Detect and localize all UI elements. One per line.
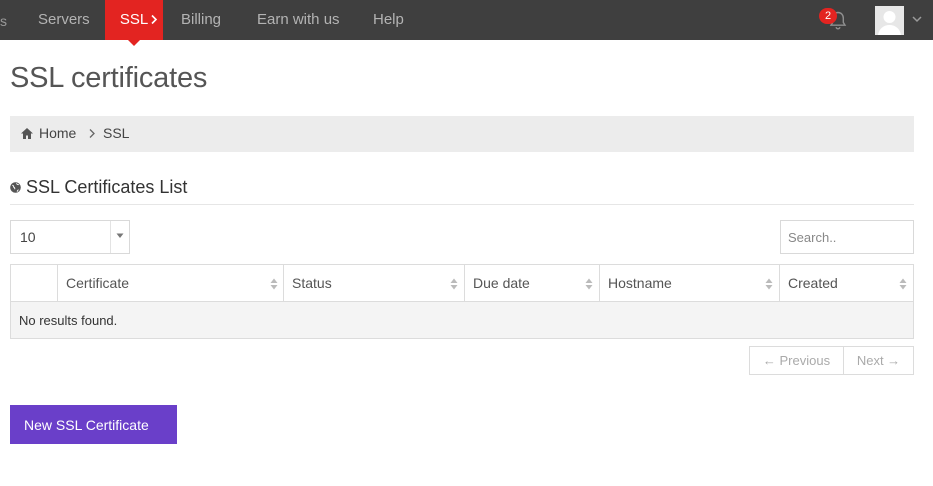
column-header-created[interactable]: Created — [779, 265, 913, 302]
column-header-status[interactable]: Status — [283, 265, 464, 302]
new-ssl-certificate-label: New SSL Certificate — [24, 416, 149, 433]
column-label: Created — [788, 275, 838, 291]
sort-icon — [585, 278, 593, 290]
section-divider — [10, 204, 914, 205]
nav-item-earn-with-us[interactable]: Earn with us — [257, 0, 341, 40]
page-title: SSL certificates — [10, 62, 208, 94]
nav-item-ssl[interactable]: SSL — [105, 0, 163, 46]
sort-icon — [765, 278, 773, 290]
breadcrumb-home-link[interactable]: Home — [39, 125, 76, 141]
breadcrumb: Home SSL — [10, 116, 914, 152]
page-size-select[interactable]: 10 — [10, 220, 130, 254]
empty-message: No results found. — [19, 313, 118, 328]
user-icon — [878, 11, 901, 35]
new-ssl-certificate-button[interactable]: New SSL Certificate — [10, 405, 177, 444]
column-label: Certificate — [66, 275, 130, 291]
breadcrumb-current: SSL — [103, 125, 130, 141]
nav-item-help[interactable]: Help — [373, 0, 407, 40]
nav-item-partial[interactable]: s — [0, 13, 7, 29]
sort-icon — [899, 278, 907, 290]
globe-icon — [10, 182, 21, 193]
previous-page-button[interactable]: ← Previous — [749, 346, 844, 375]
home-icon — [21, 128, 33, 139]
column-header-due-date[interactable]: Due date — [464, 265, 599, 302]
sort-icon — [450, 278, 458, 290]
page-size-value: 10 — [20, 229, 36, 245]
table-header: Certificate Status Due date Hostname Cre… — [11, 265, 913, 302]
notification-badge: 2 — [819, 8, 837, 24]
column-header-certificate[interactable]: Certificate — [57, 265, 283, 302]
chevron-right-icon — [89, 129, 95, 138]
nav-item-billing[interactable]: Billing — [181, 0, 225, 40]
column-header-select — [11, 265, 57, 302]
caret-down-icon — [116, 233, 124, 238]
sort-icon — [270, 278, 278, 290]
section-title: SSL Certificates List — [26, 177, 188, 197]
select-divider — [110, 221, 111, 253]
column-label: Due date — [473, 275, 530, 291]
user-avatar[interactable] — [875, 6, 904, 35]
table-row-empty: No results found. — [11, 302, 913, 338]
column-header-hostname[interactable]: Hostname — [599, 265, 779, 302]
nav-item-servers[interactable]: Servers — [38, 0, 90, 40]
certificates-table: Certificate Status Due date Hostname Cre… — [10, 264, 914, 339]
column-label: Hostname — [608, 275, 672, 291]
search-input[interactable] — [780, 220, 914, 254]
column-label: Status — [292, 275, 332, 291]
next-page-button[interactable]: Next → — [843, 346, 914, 375]
top-navbar: s Servers SSL Billing Earn with us Help … — [0, 0, 933, 46]
chevron-down-icon[interactable] — [910, 12, 924, 26]
